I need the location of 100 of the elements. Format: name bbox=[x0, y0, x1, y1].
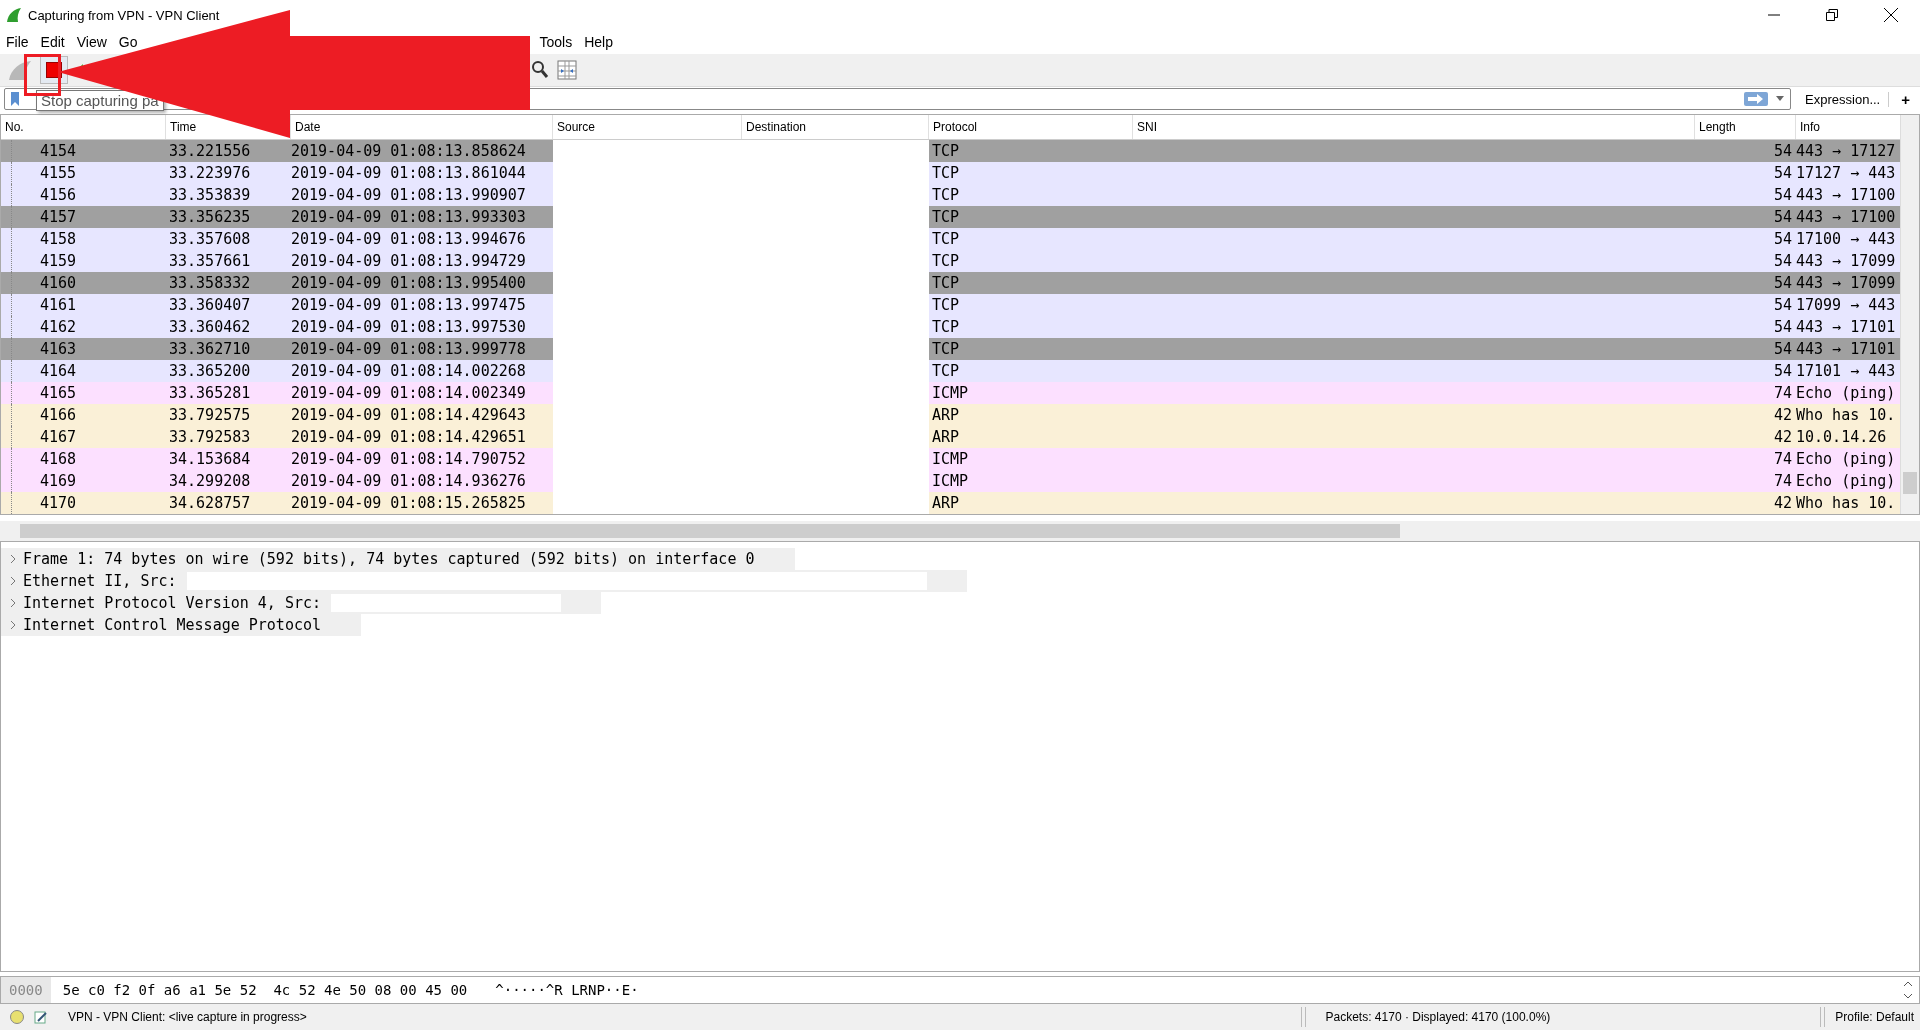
vertical-scrollbar[interactable] bbox=[1900, 115, 1919, 514]
table-cell-text: 2019-04-09 01:08:13.995400 bbox=[291, 273, 527, 294]
table-cell-text: ICMP bbox=[931, 471, 970, 492]
column-header[interactable]: Length bbox=[1699, 120, 1736, 134]
packet-row[interactable]: 4167 33.792583 2019-04-09 01:08:14.429651 ARP 42 10.0.14.26 bbox=[1, 426, 1900, 448]
column-header[interactable]: Destination bbox=[746, 120, 807, 134]
table-cell-text: 17127 → 443 bbox=[1796, 163, 1897, 184]
table-cell-text: ARP bbox=[931, 405, 961, 426]
packet-row[interactable]: 4161 33.360407 2019-04-09 01:08:13.997475 TCP 54 17099 → 443 bbox=[1, 294, 1900, 316]
scroll-down-icon[interactable] bbox=[1903, 993, 1913, 999]
highlight-frame bbox=[24, 54, 61, 96]
menu-item[interactable]: Go bbox=[118, 34, 138, 50]
table-cell-text: Echo (ping) bbox=[1796, 383, 1897, 404]
table-cell-text: 34.153684 bbox=[168, 449, 252, 470]
menu-item[interactable]: Tools bbox=[539, 34, 573, 50]
column-header[interactable]: Protocol bbox=[933, 120, 978, 134]
table-cell-text: 443 → 17099 bbox=[1796, 251, 1897, 272]
menu-item[interactable]: Help bbox=[584, 34, 613, 50]
packet-row[interactable]: 4162 33.360462 2019-04-09 01:08:13.997530 TCP 54 443 → 17101 bbox=[1, 316, 1900, 338]
hex-bytes: 5e c0 f2 0f a6 a1 5e 52 4c 52 4e 50 08 00 45 00 bbox=[61, 982, 468, 998]
table-cell-text: 443 → 17100 bbox=[1796, 207, 1897, 228]
detail-item[interactable]: Internet Control Message Protocol bbox=[23, 614, 321, 636]
menu-item[interactable]: View bbox=[76, 34, 107, 50]
resize-columns-icon[interactable] bbox=[557, 60, 577, 80]
table-cell-text: 42 bbox=[1772, 493, 1793, 514]
status-text: VPN - VPN Client: <live capture in progress> bbox=[68, 1010, 307, 1024]
table-cell-text: 2019-04-09 01:08:13.858624 bbox=[291, 141, 527, 162]
table-cell-text: 2019-04-09 01:08:14.002268 bbox=[291, 361, 527, 382]
packet-row[interactable]: 4156 33.353839 2019-04-09 01:08:13.990907 TCP 54 443 → 17100 bbox=[1, 184, 1900, 206]
column-header[interactable]: No. bbox=[5, 120, 24, 134]
restore-icon[interactable] bbox=[1826, 9, 1838, 21]
table-cell-text: 10.0.14.26 bbox=[1796, 427, 1888, 448]
table-cell-text: 2019-04-09 01:08:13.997530 bbox=[291, 317, 527, 338]
table-cell-text: TCP bbox=[931, 317, 961, 338]
window-title: Capturing from VPN - VPN Client bbox=[28, 7, 220, 23]
column-header[interactable]: Date bbox=[295, 120, 321, 134]
status-indicator-icon[interactable] bbox=[10, 1010, 24, 1024]
table-cell-text: ARP bbox=[931, 427, 961, 448]
table-cell-text: 33.365281 bbox=[168, 383, 252, 404]
column-header[interactable]: Info bbox=[1800, 120, 1820, 134]
table-cell-text: 42 bbox=[1772, 427, 1793, 448]
table-cell-text: 33.221556 bbox=[168, 141, 252, 162]
table-cell-text: 54 bbox=[1772, 141, 1793, 162]
detail-item[interactable]: Internet Protocol Version 4, Src: bbox=[23, 592, 321, 614]
detail-item[interactable]: Ethernet II, Src: bbox=[23, 570, 177, 592]
table-cell-text: 33.358332 bbox=[168, 273, 252, 294]
menu-item[interactable]: File bbox=[6, 34, 29, 50]
table-cell-text: TCP bbox=[931, 361, 961, 382]
packet-row[interactable]: 4157 33.356235 2019-04-09 01:08:13.993303 TCP 54 443 → 17100 bbox=[1, 206, 1900, 228]
zoom-icon[interactable] bbox=[531, 60, 549, 80]
packet-row[interactable]: 4155 33.223976 2019-04-09 01:08:13.861044 TCP 54 17127 → 443 bbox=[1, 162, 1900, 184]
expand-chevron-icon[interactable] bbox=[9, 598, 17, 608]
table-cell-text: 443 → 17127 bbox=[1796, 141, 1897, 162]
table-cell-text: TCP bbox=[931, 273, 961, 294]
scroll-up-icon[interactable] bbox=[1903, 981, 1913, 987]
packet-row[interactable]: 4168 34.153684 2019-04-09 01:08:14.790752 ICMP 74 Echo (ping) bbox=[1, 448, 1900, 470]
table-cell-text: 2019-04-09 01:08:13.999778 bbox=[291, 339, 527, 360]
expand-chevron-icon[interactable] bbox=[9, 576, 17, 586]
table-cell-text: TCP bbox=[931, 163, 961, 184]
packet-row[interactable]: 4164 33.365200 2019-04-09 01:08:14.002268 TCP 54 17101 → 443 bbox=[1, 360, 1900, 382]
packet-row[interactable]: 4160 33.358332 2019-04-09 01:08:13.995400 TCP 54 443 → 17099 bbox=[1, 272, 1900, 294]
table-cell-text: 2019-04-09 01:08:13.994676 bbox=[291, 229, 527, 250]
close-icon[interactable] bbox=[1884, 8, 1898, 22]
add-filter-button[interactable]: + bbox=[1895, 90, 1916, 108]
column-header[interactable]: SNI bbox=[1137, 120, 1157, 134]
packet-row[interactable]: 4165 33.365281 2019-04-09 01:08:14.002349 ICMP 74 Echo (ping) bbox=[1, 382, 1900, 404]
table-cell-text: 33.365200 bbox=[168, 361, 252, 382]
packet-row[interactable]: 4159 33.357661 2019-04-09 01:08:13.994729 TCP 54 443 → 17099 bbox=[1, 250, 1900, 272]
packet-row[interactable]: 4169 34.299208 2019-04-09 01:08:14.936276 ICMP 74 Echo (ping) bbox=[1, 470, 1900, 492]
notepad-icon[interactable] bbox=[34, 1010, 48, 1024]
column-header[interactable]: Source bbox=[557, 120, 596, 134]
packet-row[interactable]: 4166 33.792575 2019-04-09 01:08:14.429643 ARP 42 Who has 10. bbox=[1, 404, 1900, 426]
dropdown-caret-icon[interactable] bbox=[1776, 96, 1785, 102]
detail-row[interactable]: Ethernet II, Src: bbox=[1, 570, 967, 592]
table-cell-text: 2019-04-09 01:08:13.990907 bbox=[291, 185, 527, 206]
table-cell: 4170 bbox=[11, 492, 166, 514]
table-cell-text: 2019-04-09 01:08:13.861044 bbox=[291, 163, 527, 184]
table-cell-text: 54 bbox=[1772, 295, 1793, 316]
packet-row[interactable]: 4154 33.221556 2019-04-09 01:08:13.858624 TCP 54 443 → 17127 bbox=[1, 140, 1900, 162]
table-cell-text: 2019-04-09 01:08:14.429643 bbox=[291, 405, 527, 426]
table-cell-text: 2019-04-09 01:08:14.002349 bbox=[291, 383, 527, 404]
expand-chevron-icon[interactable] bbox=[9, 554, 17, 564]
table-cell-text: Echo (ping) bbox=[1796, 449, 1897, 470]
profile-label[interactable]: Profile: Default bbox=[1835, 1010, 1920, 1024]
detail-row[interactable]: Internet Protocol Version 4, Src: bbox=[1, 592, 601, 614]
horizontal-scrollbar[interactable] bbox=[0, 521, 1920, 541]
expand-chevron-icon[interactable] bbox=[9, 620, 17, 630]
packet-row[interactable]: 4170 34.628757 2019-04-09 01:08:15.265825 ARP 42 Who has 10. bbox=[1, 492, 1900, 514]
shark-fin-icon[interactable] bbox=[8, 59, 32, 81]
expression-button[interactable]: Expression... bbox=[1797, 91, 1890, 107]
table-cell-text: 42 bbox=[1772, 405, 1793, 426]
menu-item[interactable]: Edit bbox=[40, 34, 65, 50]
packet-row[interactable]: 4163 33.362710 2019-04-09 01:08:13.999778 TCP 54 443 → 17101 bbox=[1, 338, 1900, 360]
detail-row[interactable]: Internet Control Message Protocol bbox=[1, 614, 361, 636]
table-cell-text: 33.360407 bbox=[168, 295, 252, 316]
column-header[interactable]: Time bbox=[170, 120, 197, 134]
bookmark-icon[interactable] bbox=[11, 92, 19, 106]
packet-row[interactable]: 4158 33.357608 2019-04-09 01:08:13.994676 TCP 54 17100 → 443 bbox=[1, 228, 1900, 250]
table-cell-text: 33.792583 bbox=[168, 427, 252, 448]
table-cell-text: TCP bbox=[931, 185, 961, 206]
